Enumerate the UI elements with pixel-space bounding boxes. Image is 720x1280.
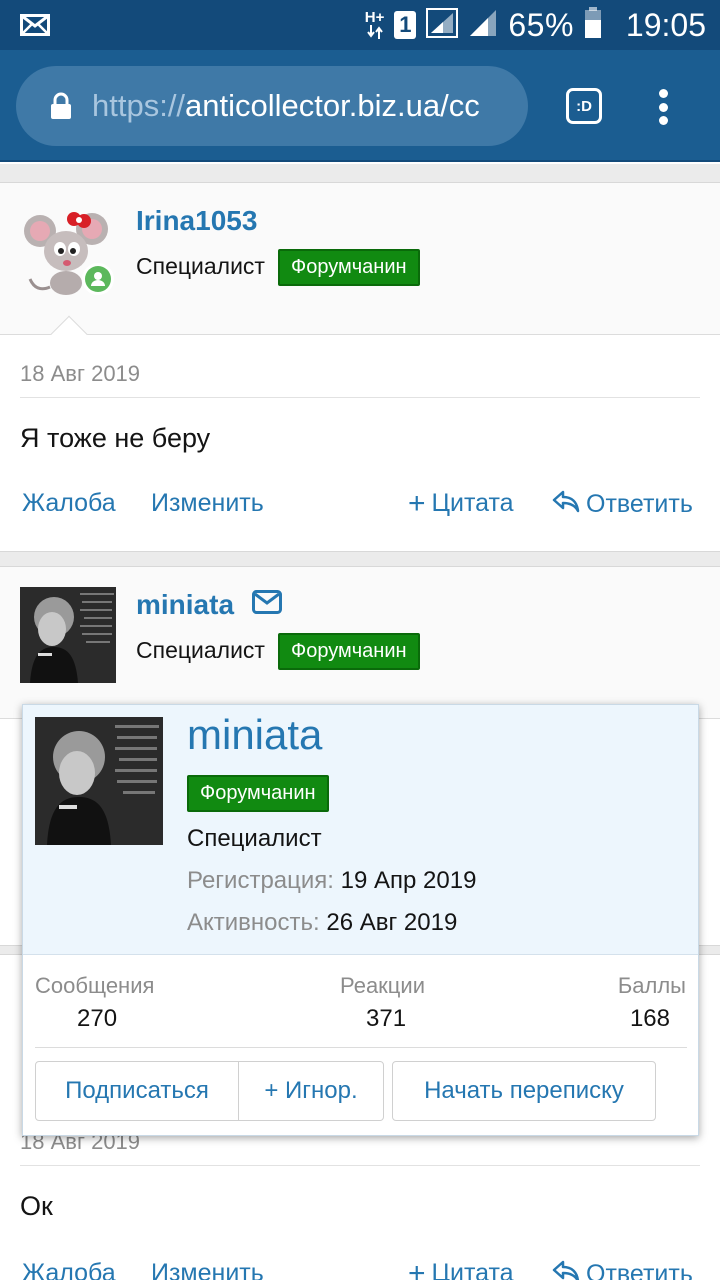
quote-link[interactable]: + Цитата	[408, 486, 514, 520]
plus-icon: +	[408, 1256, 426, 1280]
quote-label: Цитата	[431, 489, 514, 517]
mail-notification-icon	[20, 0, 50, 50]
stat-reactions-label: Реакции	[340, 973, 425, 998]
post-username[interactable]: Irina1053	[136, 205, 257, 237]
avatar[interactable]	[20, 587, 116, 683]
registered-value: 19 Апр 2019	[340, 867, 477, 894]
stat-points-label: Баллы	[617, 973, 686, 998]
wifi-signal-icon	[426, 7, 459, 43]
url-text[interactable]: https://anticollector.biz.ua/cc	[92, 66, 524, 146]
reply-label: Ответить	[586, 490, 693, 518]
post-username-text: miniata	[136, 589, 235, 620]
post-body: Ок	[20, 1191, 53, 1221]
post-user-title: Специалист	[136, 637, 265, 663]
network-type-icon: H+	[364, 9, 385, 39]
post-actions: Жалоба Изменить + Цитата Ответить	[0, 486, 720, 529]
member-name[interactable]: miniata	[187, 711, 322, 759]
member-tooltip: miniata Форумчанин Специалист Регистраци…	[22, 704, 699, 1136]
stat-reactions-value[interactable]: 371	[366, 1005, 406, 1033]
battery-percent: 65%	[508, 6, 574, 43]
status-bar: H+ 1 65% 19:05	[0, 0, 720, 50]
url-scheme: https://	[92, 88, 186, 123]
member-registered: Регистрация: 19 Апр 2019	[187, 867, 476, 895]
envelope-icon[interactable]	[252, 589, 283, 621]
report-link[interactable]: Жалоба	[22, 489, 116, 518]
reply-icon	[552, 1259, 580, 1280]
quote-label: Цитата	[431, 1259, 514, 1280]
registered-label: Регистрация:	[187, 867, 334, 894]
reply-link[interactable]: Ответить	[552, 1259, 693, 1280]
battery-icon	[584, 6, 602, 44]
online-indicator-icon	[82, 263, 114, 295]
member-title: Специалист	[187, 825, 322, 852]
plus-icon: +	[408, 486, 426, 520]
post-irina1053: Irina1053 Специалист Форумчанин 18 Авг 2…	[0, 182, 720, 552]
active-label: Активность:	[187, 909, 320, 936]
address-bar[interactable]: https://anticollector.biz.ua/cc	[16, 66, 528, 146]
stat-messages-label: Сообщения	[35, 973, 155, 998]
lock-icon	[50, 92, 72, 125]
user-badge: Форумчанин	[278, 633, 420, 670]
post-user-header: miniata Специалист Форумчанин	[0, 567, 720, 719]
ignore-button[interactable]: + Игнор.	[238, 1061, 384, 1121]
stat-points-value[interactable]: 168	[630, 1005, 670, 1033]
edit-link[interactable]: Изменить	[151, 1259, 264, 1280]
member-last-active: Активность: 26 Авг 2019	[187, 909, 457, 937]
divider	[20, 397, 700, 398]
sim-slot-icon: 1	[394, 11, 417, 39]
reply-label: Ответить	[586, 1260, 693, 1280]
post-body: Я тоже не беру	[20, 423, 211, 453]
post-username[interactable]: miniata	[136, 589, 283, 621]
tab-switcher-button[interactable]: :D	[566, 88, 602, 124]
reply-icon	[552, 489, 580, 520]
member-avatar[interactable]	[35, 717, 163, 845]
quote-link[interactable]: + Цитата	[408, 1256, 514, 1280]
edit-link[interactable]: Изменить	[151, 489, 264, 518]
cell-signal-icon	[468, 8, 498, 43]
post-user-header: Irina1053 Специалист Форумчанин	[0, 183, 720, 353]
start-conversation-button[interactable]: Начать переписку	[392, 1061, 656, 1121]
divider	[20, 1165, 700, 1166]
stat-messages-value[interactable]: 270	[77, 1005, 117, 1033]
report-link[interactable]: Жалоба	[22, 1259, 116, 1280]
post-actions: Жалоба Изменить + Цитата Ответить	[0, 1256, 720, 1280]
active-value: 26 Авг 2019	[326, 909, 458, 936]
post-date[interactable]: 18 Авг 2019	[20, 361, 140, 387]
reply-link[interactable]: Ответить	[552, 489, 693, 520]
user-badge: Форумчанин	[278, 249, 420, 286]
thread-page: Irina1053 Специалист Форумчанин 18 Авг 2…	[0, 164, 720, 1280]
member-badge: Форумчанин	[187, 775, 329, 812]
browser-menu-icon[interactable]	[648, 86, 678, 128]
follow-button[interactable]: Подписаться	[35, 1061, 239, 1121]
member-tooltip-header: miniata Форумчанин Специалист Регистраци…	[23, 705, 698, 955]
browser-toolbar: https://anticollector.biz.ua/cc :D	[0, 50, 720, 162]
divider	[35, 1047, 687, 1048]
post-user-title: Специалист	[136, 253, 265, 279]
network-type-label: H+	[364, 9, 385, 26]
clock: 19:05	[625, 6, 706, 43]
url-host: anticollector.biz.ua/cc	[185, 88, 480, 123]
header-pointer	[50, 315, 88, 353]
